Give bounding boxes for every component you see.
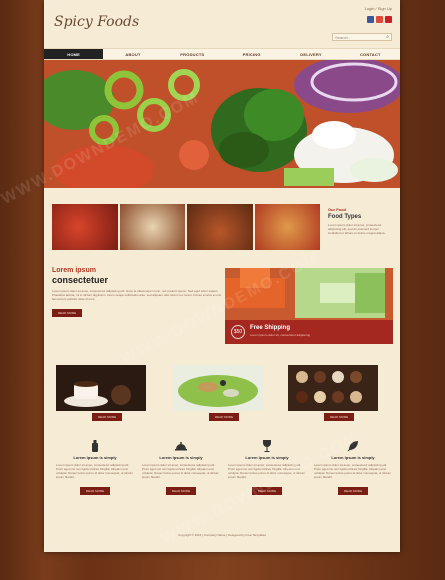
nav-products[interactable]: PRODUCTS	[163, 49, 222, 59]
login-link[interactable]: Login / Sign Up	[365, 6, 392, 11]
bottle-icon	[92, 440, 98, 452]
nav-contact[interactable]: CONTACT	[341, 49, 400, 59]
shipping-text: Lorem ipsum dolor sit, consectetur adipi…	[250, 333, 311, 337]
page-container: Spicy Foods Login / Sign Up Search... ⌕ …	[44, 0, 400, 552]
intro-title: Lorem ipsum	[52, 267, 96, 274]
feature-4-text: Lorem ipsum dolor sit amet, consectetur …	[314, 463, 392, 479]
site-logo[interactable]: Spicy Foods	[54, 14, 139, 30]
intro-subtitle: consectetuer	[52, 275, 109, 285]
gallery-image-1[interactable]	[52, 204, 118, 250]
shipping-photo	[225, 268, 393, 320]
card-coffee: READ MORE	[56, 365, 146, 421]
nav-pricing[interactable]: PRICING	[222, 49, 281, 59]
card-chocolates: READ MORE	[288, 365, 378, 421]
feature-4-read-more[interactable]: READ MORE	[337, 487, 369, 495]
feature-2: Lorem Ipsum is simply Lorem ipsum dolor …	[138, 440, 224, 510]
feature-2-text: Lorem ipsum dolor sit amet, consectetur …	[142, 463, 220, 479]
hero-image	[44, 60, 400, 188]
features-section: Lorem Ipsum is simply Lorem ipsum dolor …	[52, 440, 396, 510]
footer-copyright: Copyright © 2015 | Company Name | Design…	[177, 533, 267, 537]
nav-home[interactable]: HOME	[44, 49, 104, 59]
food-gallery	[52, 204, 320, 250]
card-salad-read-more[interactable]: READ MORE	[209, 413, 240, 421]
feature-3-title: Lorem Ipsum is simply	[245, 455, 289, 460]
food-types-kicker: Our Food	[328, 207, 346, 212]
social-links	[367, 16, 392, 23]
gallery-image-2[interactable]	[119, 204, 185, 250]
search-icon[interactable]: ⌕	[386, 34, 389, 40]
product-cards: READ MORE READ MORE READ MORE	[56, 365, 396, 425]
nav-about[interactable]: ABOUT	[103, 49, 162, 59]
cloche-icon	[175, 442, 187, 451]
card-salad: READ MORE	[173, 365, 263, 421]
feature-3-text: Lorem ipsum dolor sit amet, consectetur …	[228, 463, 306, 479]
pinterest-icon[interactable]	[385, 16, 392, 23]
feature-3-read-more[interactable]: READ MORE	[251, 487, 283, 495]
facebook-icon[interactable]	[367, 16, 374, 23]
intro-block: Lorem ipsum consectetuer Lorem ipsum dol…	[52, 267, 222, 337]
card-coffee-read-more[interactable]: READ MORE	[92, 413, 123, 421]
google-plus-icon[interactable]	[376, 16, 383, 23]
search-placeholder: Search...	[335, 35, 352, 40]
card-chocolates-read-more[interactable]: READ MORE	[324, 413, 355, 421]
leaf-icon	[347, 441, 358, 452]
search-input[interactable]: Search... ⌕	[332, 33, 392, 41]
intro-text: Lorem ipsum dolor sit amet, consectetur …	[52, 289, 222, 301]
nav-delivery[interactable]: DELIVERY	[281, 49, 340, 59]
gallery-image-4[interactable]	[254, 204, 320, 250]
feature-3: Lorem Ipsum is simply Lorem ipsum dolor …	[224, 440, 310, 510]
free-shipping-banner[interactable]: $50 Free Shipping Lorem ipsum dolor sit,…	[225, 268, 393, 344]
feature-4-title: Lorem Ipsum is simply	[331, 455, 375, 460]
gallery-image-3[interactable]	[187, 204, 253, 250]
shipping-price-badge: $50	[231, 325, 245, 339]
feature-2-read-more[interactable]: READ MORE	[165, 487, 197, 495]
food-types-heading: Food Types	[328, 214, 362, 220]
intro-read-more-button[interactable]: READ MORE	[52, 309, 83, 317]
main-nav: HOME ABOUT PRODUCTS PRICING DELIVERY CON…	[44, 48, 400, 60]
wine-glass-icon	[263, 440, 271, 452]
header: Spicy Foods Login / Sign Up Search... ⌕	[44, 0, 400, 48]
feature-2-title: Lorem Ipsum is simply	[159, 455, 203, 460]
food-types-section: Our Food Food Types Lorem ipsum dolor si…	[52, 204, 400, 252]
feature-1: Lorem Ipsum is simply Lorem ipsum dolor …	[52, 440, 138, 510]
feature-4: Lorem Ipsum is simply Lorem ipsum dolor …	[310, 440, 396, 510]
shipping-title: Free Shipping	[250, 325, 291, 331]
feature-1-title: Lorem Ipsum is simply	[73, 455, 117, 460]
feature-1-read-more[interactable]: READ MORE	[79, 487, 111, 495]
shipping-bar: $50 Free Shipping Lorem ipsum dolor sit,…	[225, 320, 393, 344]
feature-1-text: Lorem ipsum dolor sit amet, consectetur …	[56, 463, 134, 479]
food-types-text: Lorem ipsum dolor sit amet, consectetur …	[328, 223, 386, 235]
